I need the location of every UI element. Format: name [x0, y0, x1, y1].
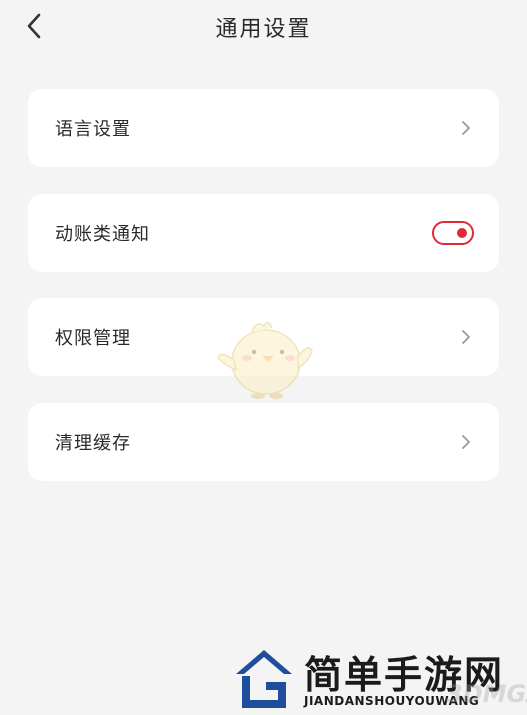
toggle-knob	[457, 228, 467, 238]
setting-item-language[interactable]: 语言设置	[28, 89, 499, 167]
setting-label: 清理缓存	[55, 433, 131, 454]
chevron-right-icon	[459, 327, 473, 347]
chevron-right-icon	[459, 432, 473, 452]
house-logo-icon	[236, 650, 292, 708]
notification-toggle[interactable]	[432, 221, 474, 245]
setting-label: 动账类通知	[55, 224, 150, 245]
watermark-3dm: 3DMGAME	[446, 680, 527, 708]
nav-bar: 通用设置	[0, 0, 527, 56]
chevron-right-icon	[459, 118, 473, 138]
setting-item-transaction-notification: 动账类通知	[28, 194, 499, 272]
setting-item-clear-cache[interactable]: 清理缓存	[28, 403, 499, 481]
site-watermark: 简单手游网 JIANDANSHOUYOUWANG 3DMGAME	[232, 644, 527, 712]
mascot-watermark-icon	[217, 321, 313, 399]
page-title: 通用设置	[215, 17, 312, 42]
setting-label: 语言设置	[55, 119, 131, 140]
